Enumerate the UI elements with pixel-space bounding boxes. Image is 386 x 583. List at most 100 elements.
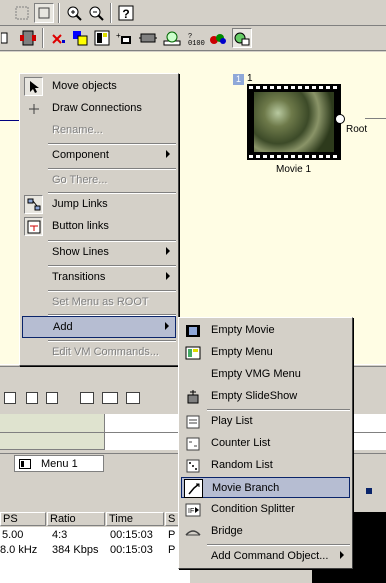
submenu-item-empty-movie[interactable]: Empty Movie [181,320,350,341]
add-button[interactable]: + [114,28,134,48]
menu-item-label: Add Command Object... [211,550,329,562]
counter-button[interactable]: ? 0100 [186,28,206,48]
help-icon: ? [118,5,134,21]
menu-item-set-menu-as-root[interactable]: Set Menu as ROOT [22,292,176,313]
menu-item-draw-connections[interactable]: Draw Connections [22,98,176,119]
if-small-button[interactable] [102,392,118,404]
submenu-arrow-icon [166,272,170,280]
branch-small-button[interactable] [80,392,94,404]
submenu-item-add-command-object[interactable]: Add Command Object... [181,546,350,567]
menu-item-label: Random List [211,459,273,471]
submenu-item-bridge[interactable]: Bridge [181,521,350,542]
svg-text:+: + [116,31,121,40]
menu-item-label: Empty Movie [211,324,275,336]
menu-item-label: Empty Menu [211,346,273,358]
table-cell: P [168,529,176,541]
color-button[interactable] [70,28,90,48]
table-cell: 5.00 [2,529,24,541]
root-label: Root [346,124,368,135]
movie-badge: 1 [233,74,244,85]
random-icon [210,34,226,44]
zoom-out-icon [89,6,104,21]
menu-item-label: Add [53,321,73,333]
svg-text:IF: IF [188,508,194,515]
movie-output-port[interactable] [335,114,345,124]
submenu-item-empty-vmg-menu[interactable]: Empty VMG Menu [181,364,350,385]
toolbar-separator [42,28,44,48]
select-button[interactable] [34,3,54,23]
menu-item-show-lines[interactable]: Show Lines [22,242,176,263]
menu-item-button-links[interactable]: Button links [22,216,176,237]
menu-item-rename[interactable]: Rename... [22,120,176,141]
submenu-arrow-icon [166,150,170,158]
button-links-icon [24,217,43,236]
submenu-item-counter-list[interactable]: Counter List [181,433,350,454]
arrow-cursor-icon [24,77,43,96]
menu-item-add[interactable]: Add [22,316,176,338]
connect-button[interactable] [18,28,38,48]
dice-icon [183,456,202,475]
shuffle-small-button[interactable] [46,392,58,404]
menu-item-move-objects[interactable]: Move objects [22,76,176,97]
menu-item-label: Movie Branch [212,482,280,494]
menu-item-jump-links[interactable]: Jump Links [22,194,176,215]
column-header-ratio[interactable]: Ratio [47,512,105,526]
disc-button[interactable] [162,28,182,48]
submenu-item-empty-menu[interactable]: Empty Menu [181,342,350,363]
submenu-item-empty-slideshow[interactable]: Empty SlideShow [181,386,350,407]
menu-tab-icon [19,459,31,469]
submenu-item-condition-splitter[interactable]: IF Condition Splitter [181,499,350,520]
menu-item-label: Draw Connections [52,102,142,114]
menu-item-label: Go There... [52,174,108,186]
zoom-in-icon [67,6,82,21]
submenu-item-movie-branch[interactable]: Movie Branch [181,477,350,498]
menu-item-transitions[interactable]: Transitions [22,267,176,288]
help-button[interactable]: ? [116,3,136,23]
menu-item-component[interactable]: Component [22,145,176,166]
random-button[interactable] [208,28,228,48]
menu-item-label: Counter List [211,437,271,449]
table-cell: 4:3 [52,529,68,541]
zoom-in-button[interactable] [64,3,84,23]
menu-item-label: Show Lines [52,246,109,258]
submenu-arrow-icon [166,247,170,255]
timeline-button[interactable] [4,392,16,404]
submenu-item-play-list[interactable]: Play List [181,411,350,432]
slideshow-icon [183,387,202,406]
vm-button[interactable] [138,28,158,48]
menu-item-label: Bridge [211,525,243,537]
crosshair-icon [24,99,43,118]
movie-number: 1 [247,73,253,84]
submenu-item-random-list[interactable]: Random List [181,455,350,476]
toolbar-separator [110,3,112,23]
menu-item-label: Component [52,149,109,161]
branch-button[interactable] [232,28,252,48]
dock-icon [1,32,8,44]
tab-label: Menu 1 [41,458,78,470]
menu-item-label: Transitions [52,271,106,283]
delete-link-button[interactable] [48,28,68,48]
add-icon: + [116,31,131,44]
menu-button[interactable] [92,28,112,48]
movie-node[interactable] [247,84,341,160]
menu-item-label: Rename... [52,124,103,136]
preview-pane [352,512,386,583]
bottom-toolbar-buttons [4,392,154,408]
random-small-button[interactable] [26,392,38,404]
dock-button[interactable] [0,28,10,48]
column-header-time[interactable]: Time [106,512,164,526]
tab-menu-1[interactable]: Menu 1 [14,455,104,472]
zoom-out-button[interactable] [86,3,106,23]
table-cell: P [168,544,176,556]
vm-small-button[interactable] [126,392,140,404]
menu-item-label: Jump Links [52,198,108,210]
delete-link-icon [52,34,65,44]
connection-line [365,118,386,119]
column-header-ps[interactable]: PS [0,512,46,526]
grid-button[interactable] [12,3,32,23]
connect-icon [20,30,36,46]
movie-title: Movie 1 [276,164,312,175]
disc-icon [163,31,181,46]
menu-item-edit-vm-commands[interactable]: Edit VM Commands... [22,342,176,363]
menu-item-go-there[interactable]: Go There... [22,170,176,191]
